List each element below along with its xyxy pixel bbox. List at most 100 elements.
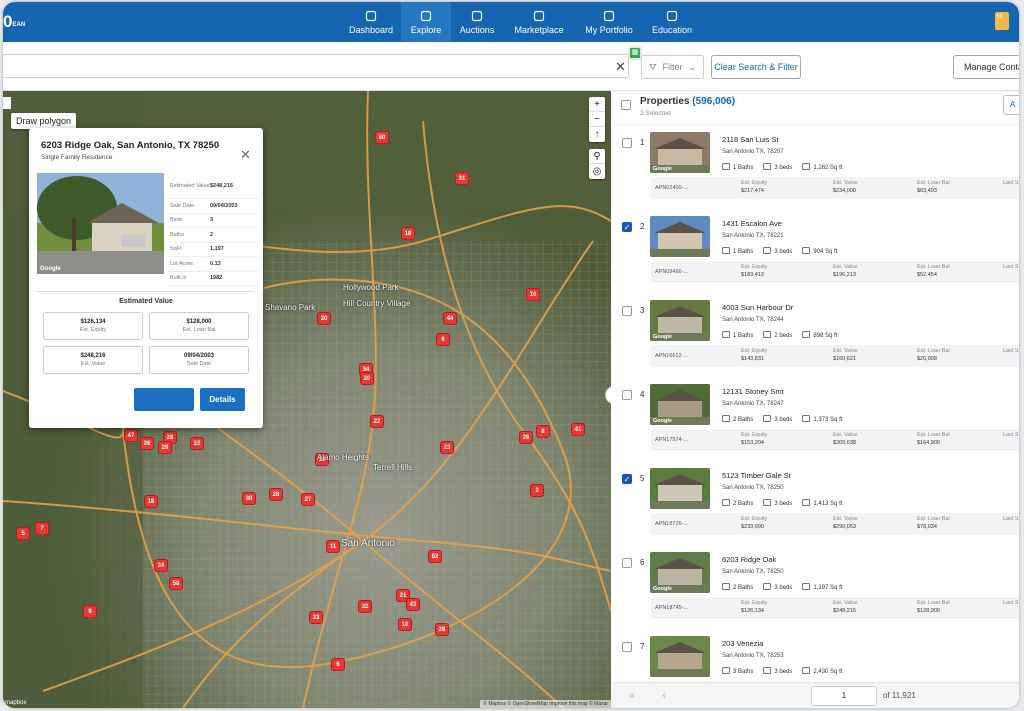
property-card[interactable]: ✓ 2 1431 Escalon Ave San Antonio TX, 78221 1… <box>611 211 1019 295</box>
map-pin[interactable]: 43 <box>406 598 420 611</box>
close-icon[interactable]: ✕ <box>240 147 251 163</box>
property-thumbnail[interactable]: Google <box>650 132 710 173</box>
apn-number: APN09466-... <box>655 269 689 275</box>
map-pin[interactable]: 10 <box>398 618 412 631</box>
property-thumbnail[interactable]: Google <box>650 552 710 593</box>
property-address[interactable]: 203 Venezia <box>722 639 763 648</box>
map-pin[interactable]: 30 <box>242 492 256 505</box>
map-pin[interactable]: 31 <box>455 172 469 185</box>
property-checkbox[interactable]: ✓ <box>622 474 632 484</box>
property-card[interactable]: 4 Google 12131 Stoney Smt San Antonio TX, 7… <box>611 379 1019 463</box>
property-thumbnail[interactable]: Google <box>650 384 710 425</box>
popup-action-button[interactable] <box>134 388 194 411</box>
nav-dashboard[interactable]: Dashboard <box>343 2 399 42</box>
map-pin[interactable]: 60 <box>375 131 389 144</box>
map-pin[interactable]: 8 <box>536 425 550 438</box>
map-pin[interactable]: 44 <box>443 312 457 325</box>
map-pin[interactable]: 6 <box>436 333 450 346</box>
map-pin[interactable]: 11 <box>326 540 340 553</box>
app-logo[interactable]: 0EAN <box>3 12 25 32</box>
select-all-checkbox[interactable] <box>621 100 631 110</box>
map-pin[interactable]: 18 <box>144 495 158 508</box>
property-photo[interactable]: Google <box>37 173 164 274</box>
map-attribution[interactable]: © Mapbox © OpenStreetMap Improve this ma… <box>480 700 611 708</box>
map-pin[interactable]: 28 <box>435 623 449 636</box>
nav-my-portfolio[interactable]: My Portfolio <box>576 2 642 42</box>
nav-explore[interactable]: Explore <box>401 2 451 42</box>
map-pin[interactable]: 29 <box>158 441 172 454</box>
draw-tool-icon[interactable] <box>3 97 11 109</box>
map-pin[interactable]: 22 <box>190 437 204 450</box>
bath-icon <box>722 583 730 590</box>
property-address[interactable]: 5123 Timber Gale St <box>722 471 791 480</box>
nav-marketplace[interactable]: Marketplace <box>505 2 573 42</box>
map-pin[interactable]: 26 <box>519 431 533 444</box>
filter-icon: ⛛ <box>648 61 657 72</box>
prev-page-button[interactable]: ‹ <box>651 687 677 705</box>
property-card[interactable]: 6 Google 6203 Ridge Oak San Antonio TX, 782… <box>611 547 1019 631</box>
nav-auctions[interactable]: Auctions <box>450 2 504 42</box>
property-address[interactable]: 6203 Ridge Oak <box>722 555 776 564</box>
map-pin[interactable]: 41 <box>571 423 585 436</box>
zoom-in-button[interactable]: + <box>589 97 605 112</box>
property-thumbnail[interactable] <box>650 216 710 257</box>
panel-action-button[interactable]: A <box>1003 95 1019 115</box>
property-checkbox[interactable] <box>622 390 632 400</box>
map-pin[interactable]: 58 <box>169 577 183 590</box>
detail-key: SqFt <box>170 246 182 253</box>
map-pin[interactable]: 5 <box>16 527 30 540</box>
map-pin[interactable]: 23 <box>440 441 454 454</box>
property-address[interactable]: 4003 Sun Harbour Dr <box>722 303 793 312</box>
property-address[interactable]: 12131 Stoney Smt <box>722 387 784 396</box>
page-number-input[interactable]: 1 <box>811 686 877 706</box>
filter-dropdown[interactable]: ⛛ Filter ⌄ <box>641 55 704 79</box>
user-avatar[interactable]: 56 <box>995 12 1009 30</box>
clear-search-filter-button[interactable]: Clear Search & Filter <box>711 55 801 79</box>
property-checkbox[interactable] <box>622 138 632 148</box>
divider <box>37 291 255 292</box>
property-checkbox[interactable] <box>622 642 632 652</box>
map-pin[interactable]: 30 <box>317 312 331 325</box>
map-pin[interactable]: 33 <box>309 611 323 624</box>
excel-export-icon[interactable]: ▦ <box>628 46 642 60</box>
search-input[interactable] <box>3 54 629 78</box>
map-pin[interactable]: 6 <box>331 658 345 671</box>
map-pin[interactable]: 27 <box>301 493 315 506</box>
manage-contacts-button[interactable]: Manage Contacts <box>953 55 1019 79</box>
bath-icon <box>722 331 730 338</box>
first-page-button[interactable]: « <box>619 687 645 705</box>
map-pin[interactable]: 47 <box>124 429 138 442</box>
map-pin[interactable]: 16 <box>526 288 540 301</box>
map-pin[interactable]: 7 <box>35 522 49 535</box>
map-pin[interactable]: 26 <box>140 437 154 450</box>
map-pin[interactable]: 32 <box>358 600 372 613</box>
property-card[interactable]: 3 Google 4003 Sun Harbour Dr San Antonio TX… <box>611 295 1019 379</box>
person-locate-icon[interactable]: ⚲ <box>589 149 605 164</box>
property-checkbox[interactable] <box>622 558 632 568</box>
property-address[interactable]: 1431 Escalon Ave <box>722 219 782 228</box>
property-checkbox[interactable] <box>622 306 632 316</box>
details-button[interactable]: Details <box>200 388 245 411</box>
map-pin[interactable]: 28 <box>269 488 283 501</box>
property-thumbnail[interactable] <box>650 636 710 677</box>
zoom-out-button[interactable]: − <box>589 112 605 127</box>
compass-button[interactable]: ↑ <box>589 127 605 142</box>
property-card[interactable]: 1 Google 2118 San Luis St San Antonio TX, 7… <box>611 127 1019 211</box>
page-total: of 11,921 <box>883 691 916 700</box>
map-pin[interactable]: 20 <box>360 372 374 385</box>
property-card[interactable]: ✓ 5 5123 Timber Gale St San Antonio TX, 782… <box>611 463 1019 547</box>
beds-feature: 3 beds <box>763 247 792 255</box>
property-thumbnail[interactable] <box>650 468 710 509</box>
map-pin[interactable]: 24 <box>154 559 168 572</box>
map-pin[interactable]: 2 <box>530 484 544 497</box>
target-icon[interactable]: ◎ <box>589 164 605 179</box>
map-pin[interactable]: 22 <box>370 415 384 428</box>
property-thumbnail[interactable]: Google <box>650 300 710 341</box>
nav-education[interactable]: Education <box>644 2 700 42</box>
map-pin[interactable]: 62 <box>428 550 442 563</box>
property-address[interactable]: 2118 San Luis St <box>722 135 779 144</box>
clear-search-icon[interactable]: ✕ <box>615 59 626 75</box>
property-checkbox[interactable]: ✓ <box>622 222 632 232</box>
map-pin[interactable]: 9 <box>83 605 97 618</box>
map-pin[interactable]: 18 <box>401 227 415 240</box>
